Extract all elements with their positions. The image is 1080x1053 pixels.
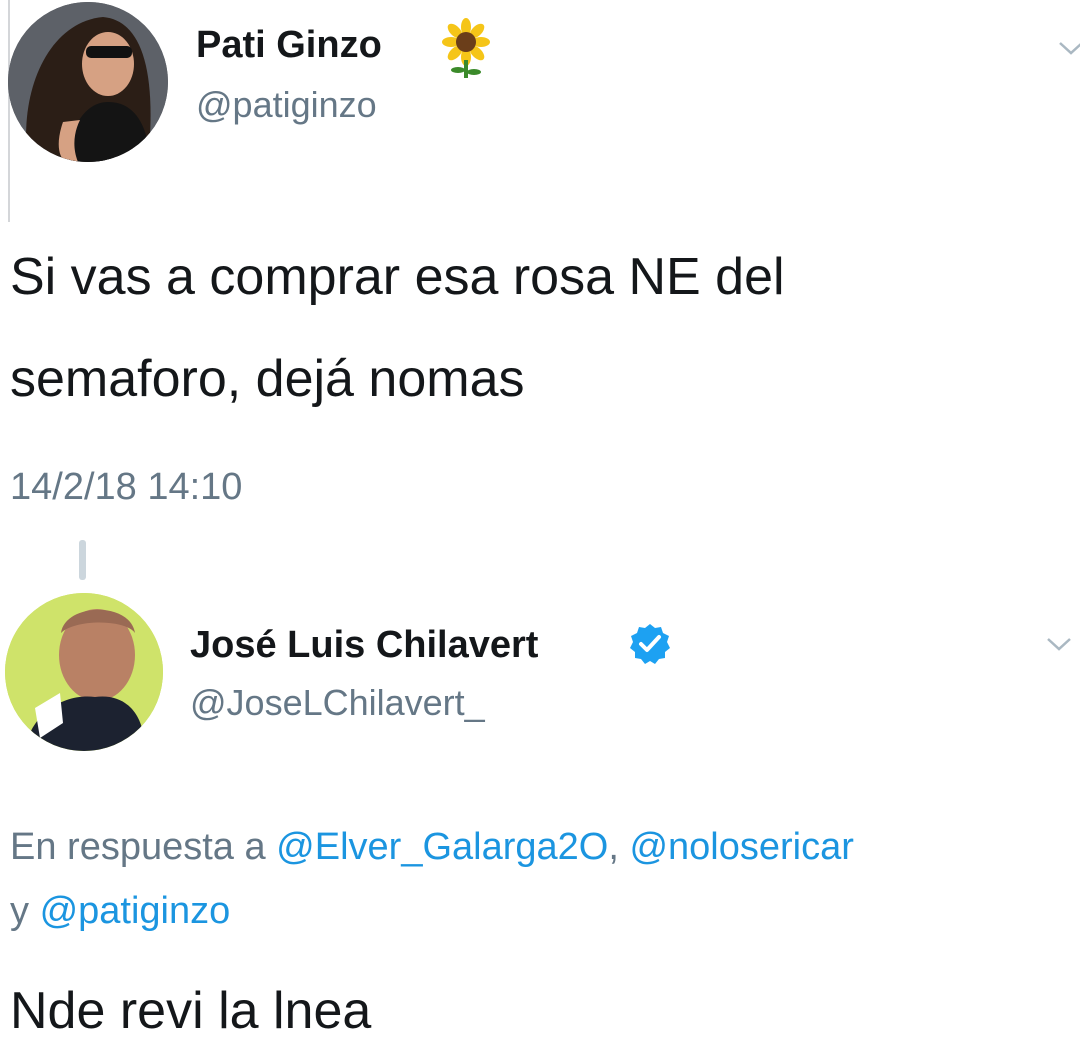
reply-and: y xyxy=(10,890,40,932)
handle[interactable]: @JoseLChilavert_ xyxy=(190,682,485,724)
tweet-text: Nde revi la lnea xyxy=(10,982,372,1040)
reply-prefix: En respuesta a xyxy=(10,826,277,868)
chevron-down-icon[interactable] xyxy=(1046,636,1072,652)
mention-link[interactable]: @patiginzo xyxy=(40,890,231,932)
avatar[interactable] xyxy=(5,593,163,751)
tweet-screenshot: Pati Ginzo @patiginzo Si vas a comprar e… xyxy=(0,0,1080,1053)
display-name[interactable]: Pati Ginzo xyxy=(196,24,382,67)
reply-context: y @patiginzo xyxy=(10,880,230,942)
display-name[interactable]: José Luis Chilavert xyxy=(190,624,538,667)
mention-link[interactable]: @noloseric​ar xyxy=(629,826,853,868)
avatar-portrait xyxy=(8,2,168,162)
tweet-text-line: Si vas a comprar esa rosa NE del xyxy=(10,248,785,306)
chevron-down-icon[interactable] xyxy=(1058,40,1080,56)
tweet-text-line: semaforo, dejá nomas xyxy=(10,350,525,408)
mention-link[interactable]: @Elver_Galarga2O xyxy=(276,826,608,868)
handle[interactable]: @patiginzo xyxy=(196,84,377,126)
timestamp[interactable]: 14/2/18 14:10 xyxy=(10,466,242,509)
reply-context: En respuesta a @Elver_Galarga2O, @nolose… xyxy=(10,816,854,878)
tweet-text: Si vas a comprar esa rosa NE del semafor… xyxy=(10,226,1070,430)
avatar[interactable] xyxy=(8,2,168,162)
reply-separator: , xyxy=(608,826,630,868)
scroll-edge xyxy=(0,0,10,222)
verified-icon xyxy=(630,624,670,664)
sunflower-icon xyxy=(442,18,490,78)
thread-connector xyxy=(79,540,86,580)
avatar-portrait xyxy=(5,593,163,751)
